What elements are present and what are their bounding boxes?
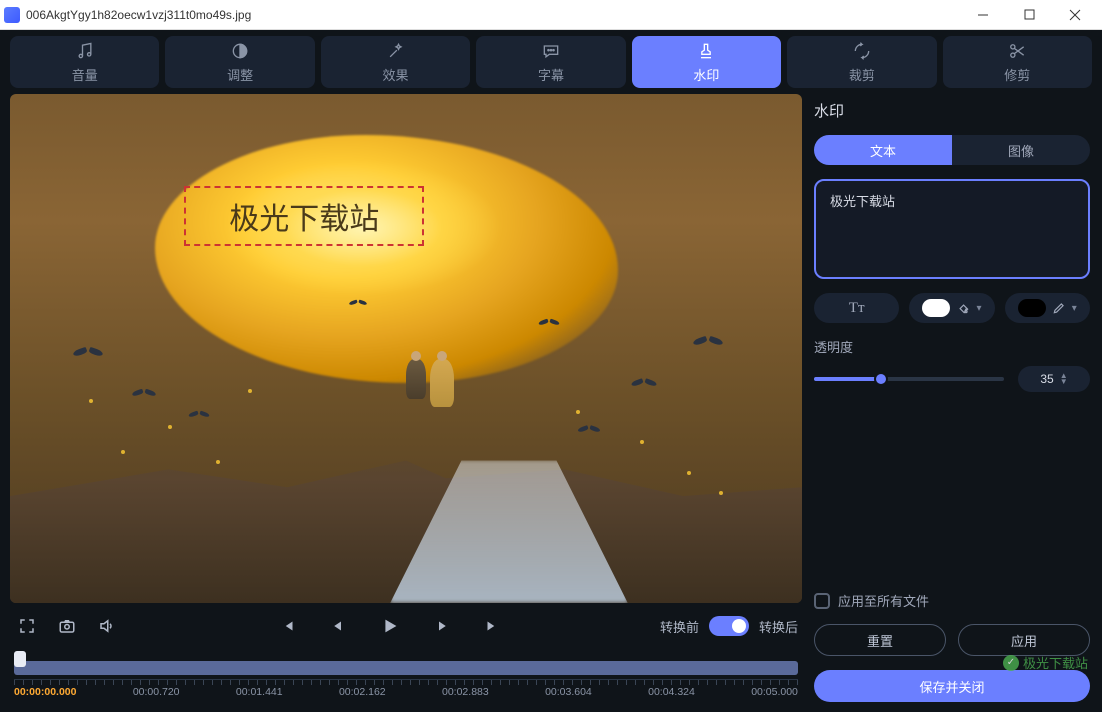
fill-swatch bbox=[922, 299, 950, 317]
save-close-button[interactable]: 保存并关闭 bbox=[814, 670, 1090, 702]
watermark-text-input[interactable] bbox=[814, 179, 1090, 279]
play-button[interactable] bbox=[375, 611, 405, 641]
opacity-label: 透明度 bbox=[814, 337, 1090, 356]
window-title: 006AkgtYgy1h82oecw1vzj311t0mo49s.jpg bbox=[26, 8, 960, 22]
stamp-icon bbox=[696, 41, 716, 61]
music-note-icon bbox=[75, 41, 95, 61]
app-icon bbox=[4, 7, 20, 23]
timeline: 00:00:00.000 00:00.720 00:01.441 00:02.1… bbox=[10, 649, 802, 702]
main-toolbar: 音量 调整 效果 字幕 水印 裁剪 修剪 bbox=[0, 30, 1102, 94]
tool-label: 裁剪 bbox=[849, 65, 875, 84]
step-back-button[interactable] bbox=[325, 613, 351, 639]
window-titlebar: 006AkgtYgy1h82oecw1vzj311t0mo49s.jpg bbox=[0, 0, 1102, 30]
timeline-tick: 00:05.000 bbox=[751, 686, 798, 698]
watermark-overlay[interactable]: 极光下载站 bbox=[184, 186, 424, 246]
preview-toggle[interactable] bbox=[709, 616, 749, 636]
pen-icon bbox=[1052, 301, 1066, 315]
scissors-icon bbox=[1007, 41, 1027, 61]
tab-text[interactable]: 文本 bbox=[814, 135, 952, 165]
timeline-tick: 00:04.324 bbox=[648, 686, 695, 698]
panel-title: 水印 bbox=[814, 100, 1090, 121]
maximize-button[interactable] bbox=[1006, 0, 1052, 30]
timeline-current: 00:00:00.000 bbox=[14, 686, 76, 698]
reset-button[interactable]: 重置 bbox=[814, 624, 946, 656]
skip-start-button[interactable] bbox=[275, 613, 301, 639]
tool-label: 音量 bbox=[72, 65, 98, 84]
spinner-arrows[interactable]: ▲▼ bbox=[1060, 373, 1068, 385]
player-controls: 转换前 转换后 bbox=[10, 603, 802, 649]
step-forward-button[interactable] bbox=[429, 613, 455, 639]
timeline-tick: 00:00.720 bbox=[133, 686, 180, 698]
speech-bubble-icon bbox=[541, 41, 561, 61]
snapshot-button[interactable] bbox=[54, 613, 80, 639]
opacity-value: 35 bbox=[1040, 372, 1053, 386]
mute-button[interactable] bbox=[94, 613, 120, 639]
timeline-tick: 00:02.162 bbox=[339, 686, 386, 698]
crop-rotate-icon bbox=[852, 41, 872, 61]
preview-before-label: 转换前 bbox=[660, 617, 699, 636]
fullscreen-button[interactable] bbox=[14, 613, 40, 639]
timeline-tick: 00:02.883 bbox=[442, 686, 489, 698]
minimize-button[interactable] bbox=[960, 0, 1006, 30]
timeline-tick: 00:01.441 bbox=[236, 686, 283, 698]
watermark-panel: 水印 文本 图像 Tᴛ ▾ ▾ 透明度 bbox=[812, 94, 1092, 702]
tool-crop[interactable]: 裁剪 bbox=[787, 36, 936, 88]
timeline-playhead[interactable] bbox=[14, 651, 26, 667]
tool-label: 调整 bbox=[227, 65, 253, 84]
tab-image[interactable]: 图像 bbox=[952, 135, 1090, 165]
font-button[interactable]: Tᴛ bbox=[814, 293, 899, 323]
video-preview[interactable]: 极光下载站 bbox=[10, 94, 802, 603]
timeline-ruler: 00:00:00.000 00:00.720 00:01.441 00:02.1… bbox=[14, 679, 798, 698]
skip-end-button[interactable] bbox=[479, 613, 505, 639]
apply-all-label: 应用至所有文件 bbox=[838, 591, 929, 610]
apply-button[interactable]: 应用 bbox=[958, 624, 1090, 656]
timeline-tick: 00:03.604 bbox=[545, 686, 592, 698]
opacity-spinner[interactable]: 35 ▲▼ bbox=[1018, 366, 1090, 392]
contrast-icon bbox=[230, 41, 250, 61]
tool-label: 字幕 bbox=[538, 65, 564, 84]
tool-subtitle[interactable]: 字幕 bbox=[476, 36, 625, 88]
timeline-track[interactable] bbox=[14, 661, 798, 675]
stroke-swatch bbox=[1018, 299, 1046, 317]
preview-after-label: 转换后 bbox=[759, 617, 798, 636]
tool-volume[interactable]: 音量 bbox=[10, 36, 159, 88]
tool-label: 水印 bbox=[693, 65, 719, 84]
tool-label: 修剪 bbox=[1004, 65, 1030, 84]
tool-adjust[interactable]: 调整 bbox=[165, 36, 314, 88]
tool-effect[interactable]: 效果 bbox=[321, 36, 470, 88]
watermark-type-segment: 文本 图像 bbox=[814, 135, 1090, 165]
close-button[interactable] bbox=[1052, 0, 1098, 30]
tool-trim[interactable]: 修剪 bbox=[943, 36, 1092, 88]
apply-all-checkbox[interactable] bbox=[814, 593, 830, 609]
tool-label: 效果 bbox=[383, 65, 409, 84]
opacity-slider[interactable] bbox=[814, 377, 1004, 381]
fill-color-button[interactable]: ▾ bbox=[909, 293, 994, 323]
opacity-slider-thumb[interactable] bbox=[874, 372, 888, 386]
tool-watermark[interactable]: 水印 bbox=[632, 36, 781, 88]
paint-bucket-icon bbox=[956, 301, 970, 315]
stroke-color-button[interactable]: ▾ bbox=[1005, 293, 1090, 323]
wand-icon bbox=[386, 41, 406, 61]
